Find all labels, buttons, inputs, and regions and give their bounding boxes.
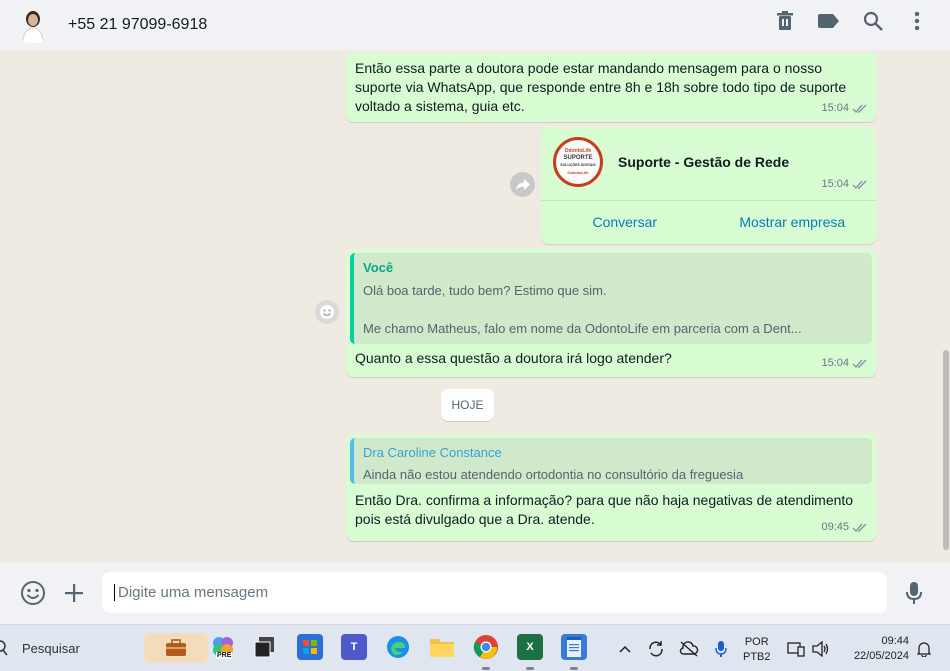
- logo-text: SUPORTE: [563, 155, 593, 161]
- teams-icon[interactable]: T: [341, 634, 367, 660]
- chat-header: +55 21 97099-6918: [0, 0, 950, 50]
- contact-card-bubble[interactable]: OdontoLife SUPORTE SOLUÇÕES DIGITAIS Odo…: [541, 127, 876, 244]
- quoted-message[interactable]: Dra Caroline Constance Ainda não estou a…: [350, 438, 872, 484]
- label-icon[interactable]: [818, 10, 840, 32]
- copilot-icon[interactable]: PRE: [210, 634, 236, 660]
- file-explorer-icon[interactable]: [429, 634, 455, 660]
- message-bubble[interactable]: Você Olá boa tarde, tudo bem? Estimo que…: [346, 249, 876, 377]
- message-time: 15:04: [821, 178, 849, 190]
- cloud-off-icon[interactable]: [678, 625, 700, 671]
- message-meta: 15:04: [821, 354, 868, 373]
- quote-text: Me chamo Matheus, falo em nome da Odonto…: [363, 321, 802, 336]
- double-check-icon: [852, 523, 867, 532]
- forward-icon[interactable]: [510, 172, 535, 197]
- message-input[interactable]: [102, 572, 887, 613]
- notification-bell-icon[interactable]: [915, 625, 933, 671]
- quote-author: Dra Caroline Constance: [363, 445, 502, 460]
- active-app-indicator: [526, 667, 534, 670]
- double-check-icon: [852, 104, 867, 113]
- active-app-indicator: [570, 667, 578, 670]
- taskbar-search-label: Pesquisar: [22, 640, 80, 656]
- chevron-up-icon[interactable]: [616, 625, 634, 671]
- network-icon[interactable]: [786, 625, 806, 671]
- quote-text: Ainda não estou atendendo ortodontia no …: [363, 467, 744, 482]
- message-meta: 15:04: [821, 175, 868, 194]
- quote-author: Você: [363, 260, 394, 275]
- contact-card-name: Suporte - Gestão de Rede: [618, 153, 790, 170]
- text-caret: [114, 584, 115, 601]
- message-time: 15:04: [821, 102, 849, 114]
- message-bubble[interactable]: Então essa parte a doutora pode estar ma…: [346, 53, 876, 122]
- quoted-message[interactable]: Você Olá boa tarde, tudo bem? Estimo que…: [350, 253, 872, 344]
- microphone-tray-icon[interactable]: [712, 625, 730, 671]
- chat-scrollbar[interactable]: [943, 350, 949, 550]
- volume-icon[interactable]: [811, 625, 831, 671]
- search-icon[interactable]: [862, 10, 884, 32]
- notepad-icon[interactable]: [561, 634, 587, 660]
- message-time: 15:04: [821, 357, 849, 369]
- double-check-icon: [852, 359, 867, 368]
- delete-icon[interactable]: [774, 10, 796, 32]
- message-text: Quanto a essa questão a doutora irá logo…: [355, 350, 672, 366]
- day-separator: HOJE: [441, 389, 494, 421]
- logo-text: OdontoLife: [567, 170, 589, 175]
- view-business-button[interactable]: Mostrar empresa: [709, 201, 877, 244]
- system-clock[interactable]: 09:44 22/05/2024: [843, 634, 909, 664]
- windows-taskbar: Pesquisar PRE T X POR PTB2 09:44 22/05/2…: [0, 624, 950, 671]
- emoji-reaction-icon[interactable]: [315, 300, 339, 324]
- taskbar-search[interactable]: Pesquisar: [0, 633, 208, 663]
- message-text: Então Dra. confirma a informação? para q…: [355, 492, 854, 527]
- input-language[interactable]: POR PTB2: [743, 635, 771, 665]
- message-meta: 15:04: [821, 99, 868, 118]
- task-view-icon[interactable]: [252, 634, 278, 660]
- logo-text: OdontoLife: [564, 148, 592, 154]
- preview-badge: PRE: [216, 652, 233, 659]
- composer: [0, 562, 950, 624]
- clock-time: 09:44: [881, 635, 909, 647]
- active-app-indicator: [482, 667, 490, 670]
- keyboard-layout: PTB2: [743, 651, 771, 663]
- message-text: Então essa parte a doutora pode estar ma…: [355, 60, 847, 114]
- message-time: 09:45: [821, 521, 849, 533]
- excel-icon[interactable]: X: [517, 634, 543, 660]
- microphone-icon[interactable]: [900, 579, 928, 607]
- edge-icon[interactable]: [385, 634, 411, 660]
- logo-text: SOLUÇÕES DIGITAIS: [560, 163, 596, 167]
- contact-name[interactable]: +55 21 97099-6918: [68, 16, 207, 34]
- message-contact-button[interactable]: Conversar: [541, 201, 709, 244]
- chat-area[interactable]: Então essa parte a doutora pode estar ma…: [0, 50, 950, 562]
- menu-icon[interactable]: [906, 10, 928, 32]
- emoji-icon[interactable]: [19, 579, 47, 607]
- widgets-icon[interactable]: [144, 633, 208, 663]
- chrome-icon[interactable]: [473, 634, 499, 660]
- message-bubble[interactable]: Dra Caroline Constance Ainda não estou a…: [346, 434, 876, 541]
- language-code: POR: [744, 636, 769, 648]
- sync-icon[interactable]: [646, 625, 666, 671]
- message-meta: 09:45: [821, 518, 868, 537]
- business-logo: OdontoLife SUPORTE SOLUÇÕES DIGITAIS Odo…: [553, 137, 603, 187]
- attach-plus-icon[interactable]: [60, 579, 88, 607]
- double-check-icon: [852, 180, 867, 189]
- contact-avatar[interactable]: [14, 6, 52, 44]
- clock-date: 22/05/2024: [853, 650, 909, 662]
- quote-text: Olá boa tarde, tudo bem? Estimo que sim.: [363, 283, 607, 298]
- search-icon: [0, 640, 8, 656]
- store-icon[interactable]: [297, 634, 323, 660]
